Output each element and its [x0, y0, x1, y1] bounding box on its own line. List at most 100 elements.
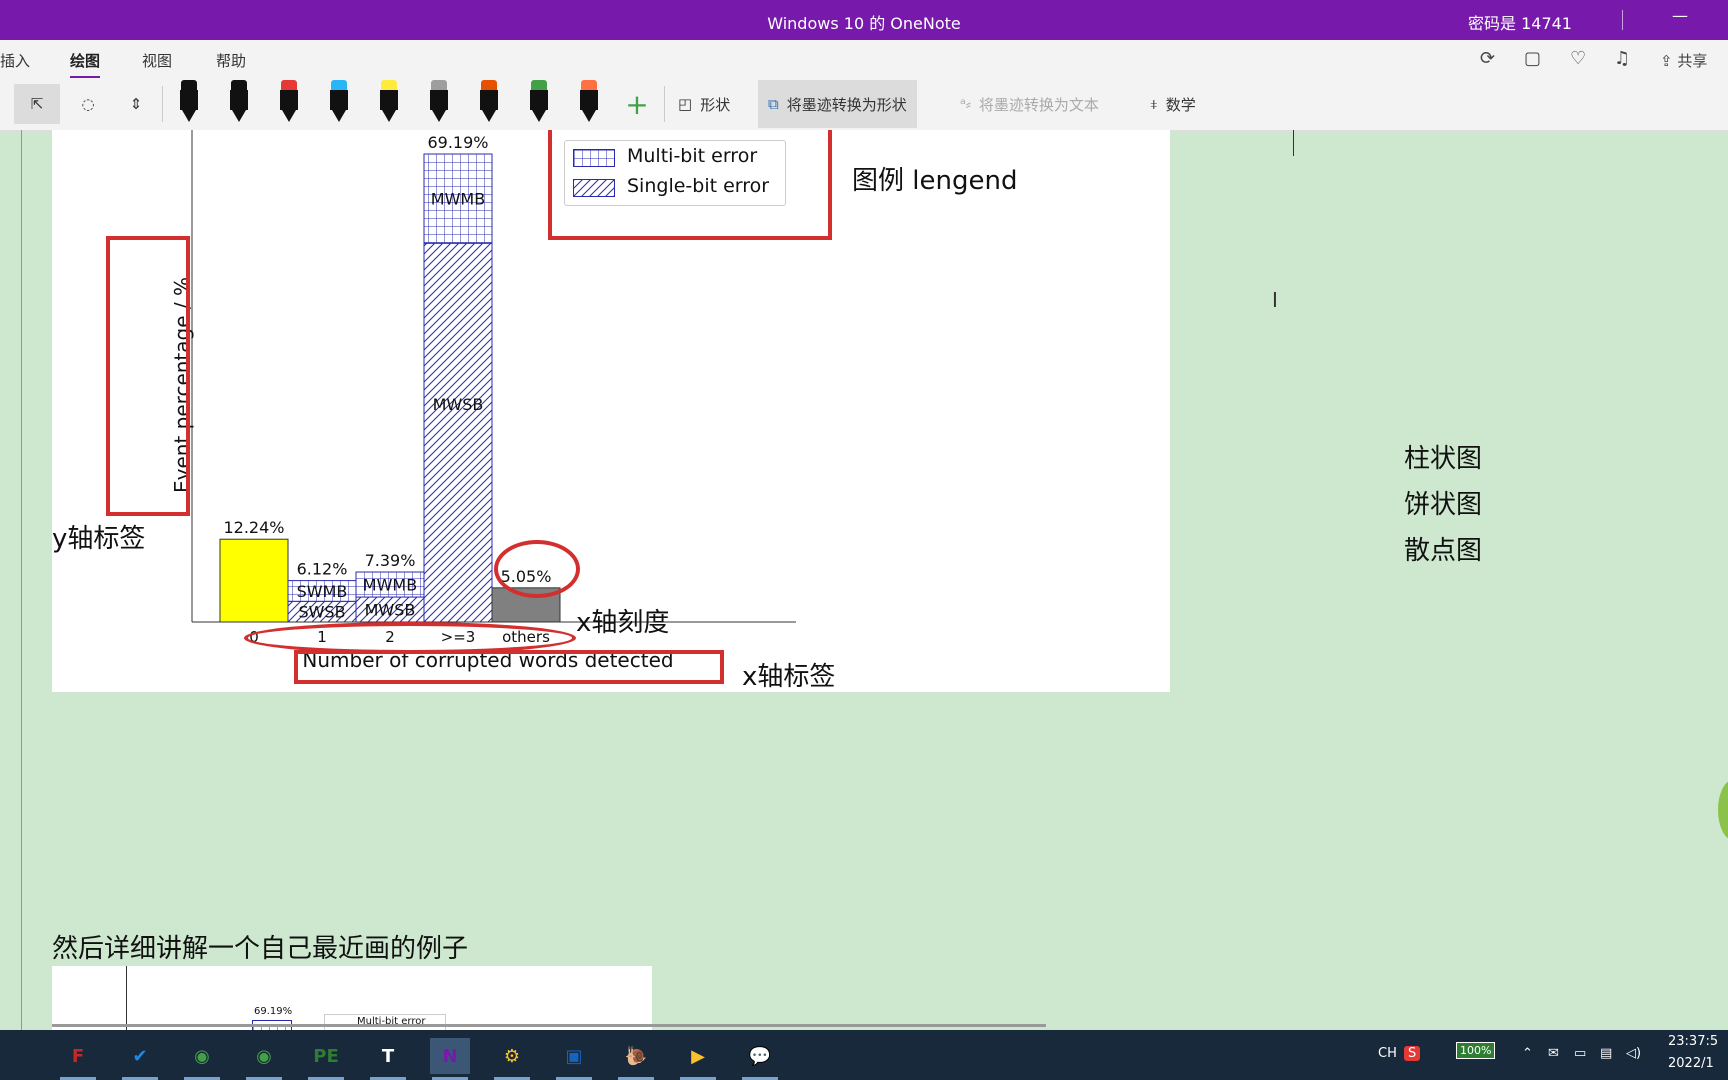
taskbar-app-10[interactable]: 🐌 — [616, 1038, 656, 1080]
tab-draw[interactable]: 绘图 — [70, 50, 101, 79]
pen-3[interactable] — [276, 80, 302, 126]
ink-to-shape-icon: ⧉ — [768, 95, 779, 113]
ribbon-divider — [162, 86, 163, 122]
pen-6[interactable] — [426, 80, 452, 126]
others-annotation-circle — [494, 540, 580, 598]
segment-label-lower: MWSB — [365, 601, 416, 620]
pen-1[interactable] — [176, 80, 202, 126]
taskbar-app-3[interactable]: ◉ — [182, 1038, 222, 1080]
pen-9[interactable] — [576, 80, 602, 126]
lightbulb-icon[interactable]: ♡ — [1570, 48, 1586, 69]
chart-types-list[interactable]: 柱状图 饼状图 散点图 — [1404, 436, 1482, 574]
taskbar: F ✔ ◉ ◉ PE T N ⚙ ▣ 🐌 ▶ 💬 CH S 100% ⌃ ✉ ▭ ▤ ◁) 23:37… — [0, 1030, 1728, 1080]
wechat-tray-icon[interactable]: ✉ — [1548, 1046, 1559, 1061]
bar-total-label: 7.39% — [365, 551, 416, 570]
bar-single-0 — [219, 538, 289, 623]
tab-insert[interactable]: 插入 — [0, 50, 30, 71]
bar-single-3 — [423, 242, 493, 623]
page-margin-line — [21, 130, 22, 1030]
password-text: 密码是 14741 — [1468, 14, 1572, 33]
sticker-image — [1718, 780, 1728, 840]
ink-to-text-label: 将墨迹转换为文本 — [978, 95, 1099, 114]
thumbnail-chart-image[interactable]: 69.19% Multi-bit error — [52, 966, 652, 1030]
shapes-button[interactable]: ◰ 形状 — [668, 80, 740, 128]
taskbar-app-8[interactable]: ⚙ — [492, 1038, 532, 1080]
pen-2[interactable] — [226, 80, 252, 126]
network-icon[interactable]: ▤ — [1600, 1046, 1612, 1061]
segment-label-upper: MWMB — [363, 576, 417, 595]
volume-icon[interactable]: ◁) — [1626, 1046, 1641, 1061]
horizontal-scrollbar[interactable] — [52, 1024, 1046, 1027]
ink-to-shape-button[interactable]: ⧉ 将墨迹转换为形状 — [758, 80, 917, 128]
pen-5[interactable] — [376, 80, 402, 126]
note-x-label[interactable]: x轴标签 — [742, 656, 835, 693]
tray-language[interactable]: CH — [1378, 1046, 1397, 1061]
taskbar-app-1[interactable]: F — [58, 1038, 98, 1080]
note-bottom[interactable]: 然后详细讲解一个自己最近画的例子 — [52, 928, 468, 965]
taskbar-app-7[interactable]: N — [430, 1038, 470, 1080]
taskbar-app-11[interactable]: ▶ — [678, 1038, 718, 1080]
display-icon[interactable]: ▭ — [1574, 1046, 1586, 1061]
bar-total-label: 69.19% — [427, 133, 488, 152]
share-icon: ⇪ — [1660, 52, 1678, 70]
pen-8[interactable] — [526, 80, 552, 126]
taskbar-app-12[interactable]: 💬 — [740, 1038, 780, 1080]
title-separator — [1622, 10, 1623, 30]
shapes-label: 形状 — [700, 95, 731, 114]
y-label-annotation-box — [106, 236, 190, 516]
ink-to-shape-label: 将墨迹转换为形状 — [786, 95, 907, 114]
insert-space-icon: ⇕ — [129, 95, 143, 113]
x-ticks-annotation-ellipse — [244, 622, 576, 654]
tab-help[interactable]: 帮助 — [216, 50, 246, 71]
taskbar-app-6[interactable]: T — [368, 1038, 408, 1080]
clock-time[interactable]: 23:37:5 — [1668, 1034, 1718, 1049]
pen-4[interactable] — [326, 80, 352, 126]
share-button[interactable]: ⇪ 共享 — [1660, 50, 1707, 71]
clock-date[interactable]: 2022/1 — [1668, 1056, 1714, 1071]
chart-type-bar: 柱状图 — [1404, 444, 1483, 474]
note-legend[interactable]: 图例 lengend — [852, 160, 1017, 197]
ibeam-cursor-icon: I — [1272, 288, 1278, 312]
ink-to-text-button[interactable]: ᵃ⸗ 将墨迹转换为文本 — [950, 80, 1109, 128]
math-icon: ⧧ — [1150, 95, 1158, 113]
math-button[interactable]: ⧧ 数学 — [1140, 80, 1206, 128]
pages-icon[interactable]: ▢ — [1524, 48, 1541, 69]
thumb-axis — [126, 966, 127, 1030]
math-label: 数学 — [1165, 95, 1196, 114]
minimize-button[interactable]: — — [1672, 6, 1688, 25]
taskbar-app-2[interactable]: ✔ — [120, 1038, 160, 1080]
bar-total-label: 6.12% — [297, 560, 348, 579]
lasso-select-tool[interactable]: ⇱ — [14, 84, 60, 124]
text-cursor — [1293, 130, 1294, 156]
ink-to-text-icon: ᵃ⸗ — [960, 95, 971, 113]
battery-indicator[interactable]: 100% — [1456, 1042, 1496, 1059]
menu-row: 插入 绘图 视图 帮助 ⟳ ▢ ♡ ♫ ⇪ 共享 — [0, 40, 1728, 79]
taskbar-app-4[interactable]: ◉ — [244, 1038, 284, 1080]
segment-label-upper: SWMB — [297, 582, 348, 601]
pen-7[interactable] — [476, 80, 502, 126]
tray-ime-icon[interactable]: S — [1404, 1046, 1421, 1061]
draw-ribbon: ⇱ ◌ ⇕ + ◰ 形状 ⧉ 将墨迹转换为形状 ᵃ⸗ 将墨迹转换为文本 ⧧ 数学 — [0, 78, 1728, 131]
shapes-icon: ◰ — [678, 95, 693, 113]
note-y-label[interactable]: y轴标签 — [52, 518, 145, 555]
segment-label-lower: MWSB — [433, 395, 484, 414]
space-tool[interactable]: ⇕ — [118, 84, 154, 124]
cursor-text-icon: ⇱ — [30, 95, 44, 113]
taskbar-app-5[interactable]: PE — [306, 1038, 346, 1080]
sync-icon[interactable]: ⟳ — [1480, 48, 1495, 69]
ribbon-divider — [664, 86, 665, 122]
bell-icon[interactable]: ♫ — [1614, 48, 1630, 69]
share-label: 共享 — [1677, 52, 1708, 70]
segment-label-lower: SWSB — [298, 603, 345, 622]
chevron-up-icon[interactable]: ⌃ — [1522, 1046, 1533, 1061]
title-bar: Windows 10 的 OneNote 密码是 14741 — — [0, 0, 1728, 40]
chart-type-pie: 饼状图 — [1404, 490, 1483, 520]
note-x-ticks[interactable]: x轴刻度 — [576, 602, 669, 639]
add-pen-button[interactable]: + — [620, 84, 654, 124]
taskbar-app-9[interactable]: ▣ — [554, 1038, 594, 1080]
lasso-tool[interactable]: ◌ — [68, 84, 108, 124]
bar-total-label: 12.24% — [223, 518, 284, 537]
chart-type-scatter: 散点图 — [1404, 536, 1483, 566]
tab-view[interactable]: 视图 — [142, 50, 172, 71]
legend-annotation-box — [548, 130, 832, 240]
